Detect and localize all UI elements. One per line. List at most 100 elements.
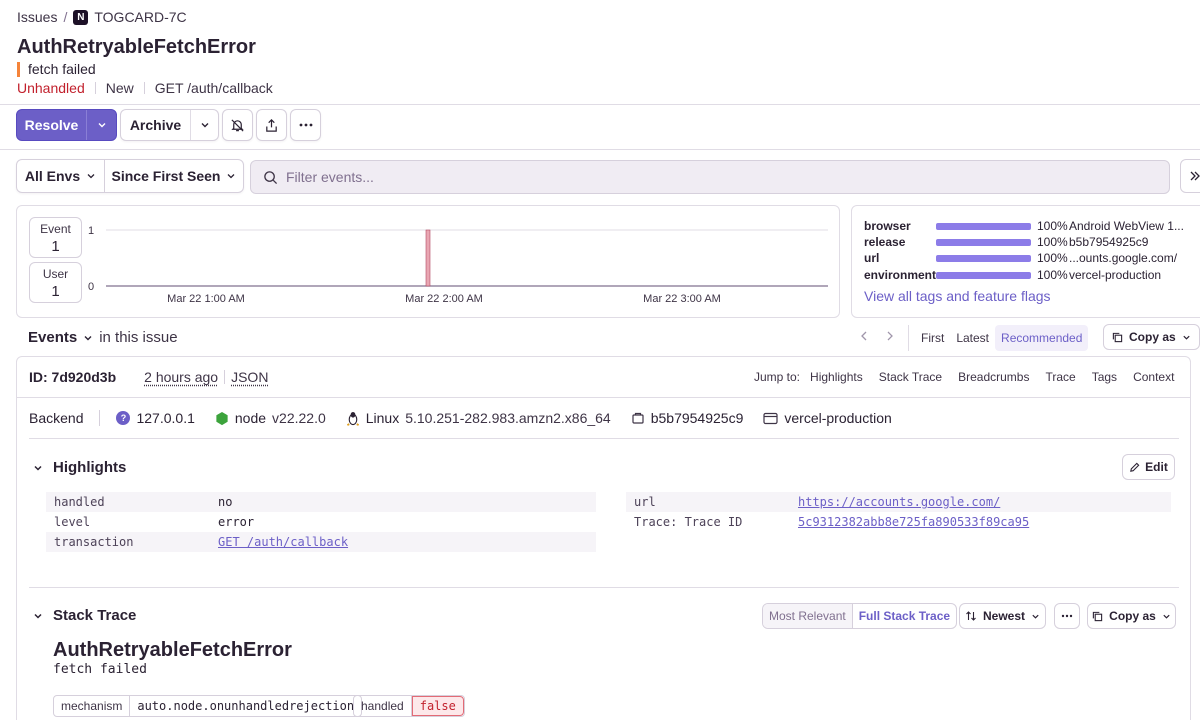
stack-trace-title: Stack Trace <box>53 607 137 624</box>
breadcrumb: Issues / N TOGCARD-7C <box>17 9 187 25</box>
period-selector[interactable]: Since First Seen <box>105 160 243 192</box>
release-context[interactable]: b5b7954925c9 <box>631 410 743 426</box>
jump-context[interactable]: Context <box>1133 370 1174 384</box>
first-event-link[interactable]: First <box>915 325 950 351</box>
highlight-key: level <box>54 515 91 529</box>
exception-value: fetch failed <box>53 662 147 677</box>
environment-selector[interactable]: All Envs <box>17 160 105 192</box>
highlight-value-link[interactable]: 5c9312382abb8e725fa890533f89ca95 <box>798 515 1029 529</box>
mechanism-chip[interactable]: mechanism auto.node.onunhandledrejection <box>53 695 363 717</box>
handled-chip[interactable]: handled false <box>353 695 465 717</box>
tag-key: environment <box>864 268 937 282</box>
chart-x-tick-label: Mar 22 2:00 AM <box>405 293 483 305</box>
stack-trace-section-header[interactable]: Stack Trace <box>33 607 136 624</box>
tag-row-release[interactable]: release 100% b5b7954925c9 <box>864 235 1148 249</box>
highlight-value-link[interactable]: https://accounts.google.com/ <box>798 495 1000 509</box>
exception-type: AuthRetryableFetchError <box>53 639 292 661</box>
runtime-context[interactable]: node v22.22.0 <box>215 410 326 426</box>
chevron-down-icon <box>34 465 42 471</box>
chevron-right-icon[interactable] <box>886 331 894 341</box>
breadcrumb-separator: / <box>63 9 68 25</box>
highlight-key: url <box>634 495 656 509</box>
chevron-down-icon <box>98 123 105 128</box>
jump-tags[interactable]: Tags <box>1092 370 1117 384</box>
most-relevant-toggle[interactable]: Most Relevant <box>763 604 852 628</box>
event-id[interactable]: ID: 7d920d3b <box>29 369 116 385</box>
more-actions-button[interactable] <box>290 109 321 141</box>
search-placeholder: Filter events... <box>286 169 374 185</box>
divider <box>94 82 96 94</box>
mute-button[interactable] <box>222 109 253 141</box>
share-button[interactable] <box>256 109 287 141</box>
tag-key: url <box>864 251 880 265</box>
chevron-down-icon <box>34 613 42 619</box>
environment-context[interactable]: vercel-production <box>763 410 892 426</box>
divider <box>29 587 1179 588</box>
copy-as-label: Copy as <box>1129 330 1176 344</box>
tag-value: b5b7954925c9 <box>1069 235 1149 249</box>
tag-value: vercel-production <box>1069 268 1162 282</box>
archive-button[interactable]: Archive <box>121 110 191 140</box>
jump-to-label: Jump to: <box>754 370 801 384</box>
tag-key: browser <box>864 219 911 233</box>
copy-as-button[interactable]: Copy as <box>1103 324 1200 350</box>
toolbar-divider <box>0 149 1200 150</box>
chevron-double-right-icon <box>1190 171 1200 181</box>
issue-meta: Unhandled New GET /auth/callback <box>17 80 273 96</box>
recommended-event-link[interactable]: Recommended <box>995 325 1089 351</box>
event-json-link[interactable]: JSON <box>231 369 268 385</box>
expand-sidebar-button[interactable] <box>1180 159 1200 193</box>
tag-row-url[interactable]: url 100% ...ounts.google.com/ <box>864 251 1177 265</box>
highlight-value-link[interactable]: GET /auth/callback <box>218 535 348 549</box>
chevron-down-icon[interactable] <box>83 333 93 343</box>
resolve-button[interactable]: Resolve <box>17 110 87 140</box>
question-icon: ? <box>116 411 131 425</box>
edit-highlights-button[interactable]: Edit <box>1122 454 1175 480</box>
full-stack-trace-toggle[interactable]: Full Stack Trace <box>851 604 956 628</box>
archive-dropdown-button[interactable] <box>191 120 218 130</box>
chart-y-tick-label: 1 <box>88 225 94 237</box>
highlight-key: handled <box>54 495 105 509</box>
environment-label: All Envs <box>24 168 81 184</box>
highlight-row-handled: handled no <box>46 492 596 512</box>
chart-x-tick-label: Mar 22 3:00 AM <box>643 293 721 305</box>
resolve-dropdown-button[interactable] <box>87 110 116 140</box>
jump-breadcrumbs[interactable]: Breadcrumbs <box>958 370 1029 384</box>
ip-context[interactable]: ? 127.0.0.1 <box>116 410 195 426</box>
tag-row-environment[interactable]: environment 100% vercel-production <box>864 268 1161 282</box>
period-label: Since First Seen <box>111 168 221 184</box>
event-search-input[interactable]: Filter events... <box>250 160 1170 194</box>
resolve-button-group: Resolve <box>16 109 117 141</box>
stack-more-options-button[interactable] <box>1054 603 1080 629</box>
chevron-left-icon[interactable] <box>860 331 868 341</box>
sort-order-dropdown[interactable]: Newest <box>959 603 1046 629</box>
highlight-key: transaction <box>54 535 134 549</box>
jump-stack-trace[interactable]: Stack Trace <box>879 370 942 384</box>
archive-button-group: Archive <box>120 109 219 141</box>
issue-message: fetch failed <box>17 62 96 77</box>
os-context[interactable]: Linux 5.10.251-282.983.amzn2.x86_64 <box>346 410 611 426</box>
latest-event-link[interactable]: Latest <box>950 325 995 351</box>
upload-icon <box>266 118 277 132</box>
event-timestamp[interactable]: 2 hours ago <box>144 369 218 385</box>
event-nav-links: First Latest Recommended <box>908 325 1089 351</box>
issue-short-id[interactable]: TOGCARD-7C <box>94 9 186 25</box>
user-count-value: 1 <box>51 283 60 300</box>
stack-copy-as-button[interactable]: Copy as <box>1087 603 1176 629</box>
view-all-tags-link[interactable]: View all tags and feature flags <box>864 288 1051 304</box>
highlight-row-level: level error <box>46 512 596 532</box>
jump-highlights[interactable]: Highlights <box>810 370 863 384</box>
jump-trace[interactable]: Trace <box>1045 370 1075 384</box>
tag-percent: 100% <box>1037 251 1068 265</box>
chevron-down-icon <box>87 174 95 179</box>
tag-key: release <box>864 235 906 249</box>
breadcrumb-issues-link[interactable]: Issues <box>17 9 57 25</box>
highlights-section-header[interactable]: Highlights <box>33 459 126 476</box>
unhandled-badge: Unhandled <box>17 80 85 96</box>
event-count-stat[interactable]: Event 1 <box>29 217 82 258</box>
ip-address: 127.0.0.1 <box>136 410 195 426</box>
jump-to-nav: Jump to: Highlights Stack Trace Breadcru… <box>754 370 1174 384</box>
user-count-stat[interactable]: User 1 <box>29 262 82 303</box>
tag-row-browser[interactable]: browser 100% Android WebView 1... <box>864 219 1184 233</box>
divider <box>143 82 145 94</box>
